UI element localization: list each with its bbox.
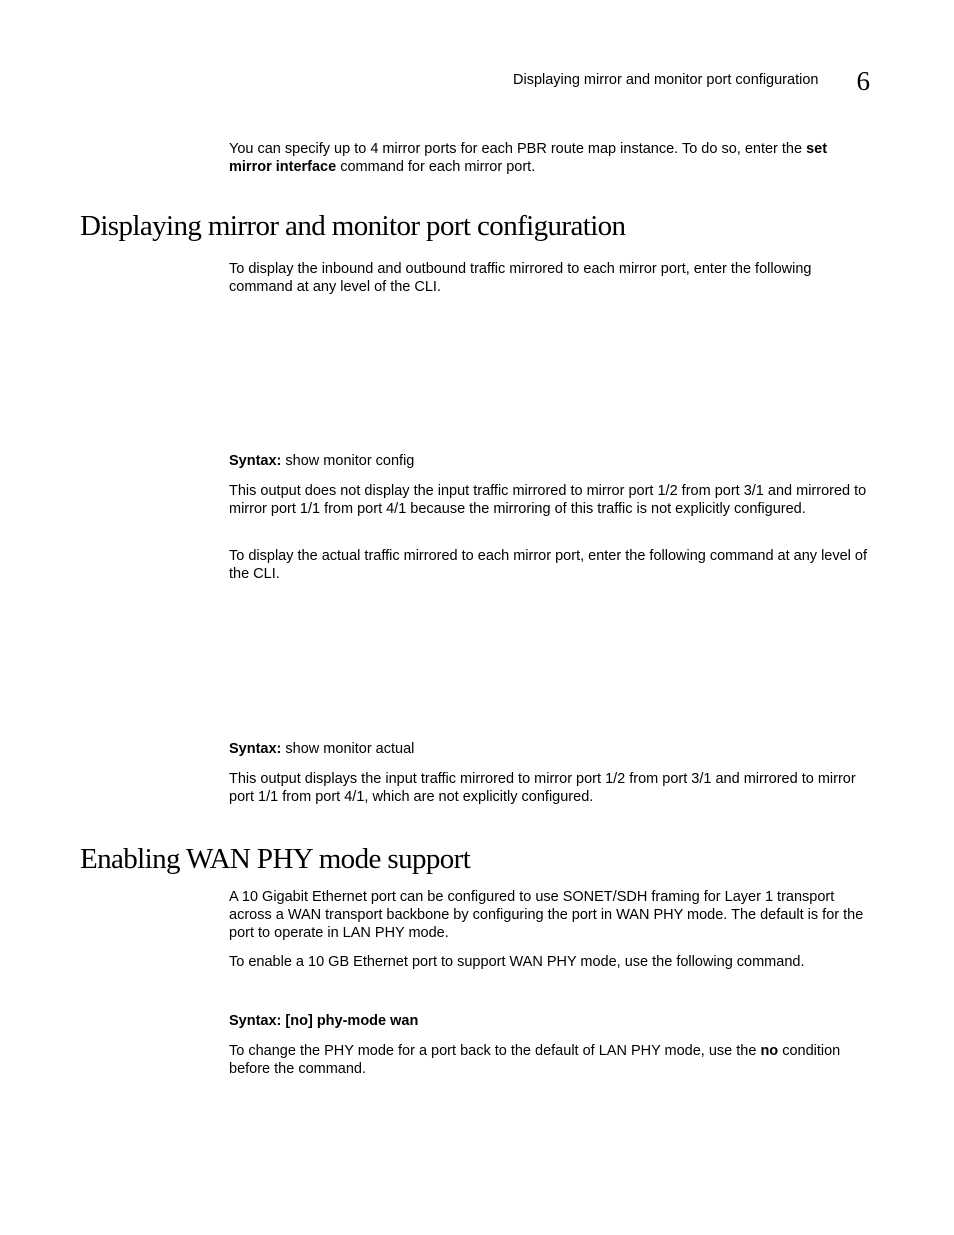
paragraph: This output does not display the input t… bbox=[229, 482, 870, 518]
chapter-number: 6 bbox=[857, 66, 871, 96]
header-title: Displaying mirror and monitor port confi… bbox=[513, 72, 818, 88]
paragraph: To change the PHY mode for a port back t… bbox=[229, 1042, 870, 1078]
syntax-label: Syntax: bbox=[229, 1013, 281, 1029]
syntax-line: Syntax: [no] phy-mode wan bbox=[229, 1013, 870, 1029]
section-heading-displaying-mirror: Displaying mirror and monitor port confi… bbox=[80, 210, 625, 243]
syntax-label: Syntax: bbox=[229, 741, 281, 757]
intro-text-after: command for each mirror port. bbox=[336, 159, 535, 175]
paragraph: To display the actual traffic mirrored t… bbox=[229, 547, 870, 583]
p7-text-a: To change the PHY mode for a port back t… bbox=[229, 1043, 760, 1059]
paragraph: This output displays the input traffic m… bbox=[229, 770, 870, 806]
p7-bold: no bbox=[760, 1043, 778, 1059]
syntax-line: Syntax: show monitor actual bbox=[229, 741, 870, 757]
paragraph: A 10 Gigabit Ethernet port can be config… bbox=[229, 888, 870, 942]
syntax-line: Syntax: show monitor config bbox=[229, 453, 870, 469]
syntax-command: [no] phy-mode wan bbox=[281, 1013, 418, 1029]
paragraph: To display the inbound and outbound traf… bbox=[229, 260, 870, 296]
syntax-label: Syntax: bbox=[229, 453, 281, 469]
intro-paragraph: You can specify up to 4 mirror ports for… bbox=[229, 140, 870, 176]
section-heading-enabling-wan-phy: Enabling WAN PHY mode support bbox=[80, 843, 470, 876]
syntax-command: show monitor actual bbox=[281, 741, 414, 757]
intro-text-before: You can specify up to 4 mirror ports for… bbox=[229, 141, 806, 157]
page-header: Displaying mirror and monitor port confi… bbox=[80, 66, 870, 97]
paragraph: To enable a 10 GB Ethernet port to suppo… bbox=[229, 953, 870, 971]
syntax-command: show monitor config bbox=[281, 453, 414, 469]
page: Displaying mirror and monitor port confi… bbox=[0, 0, 954, 1235]
